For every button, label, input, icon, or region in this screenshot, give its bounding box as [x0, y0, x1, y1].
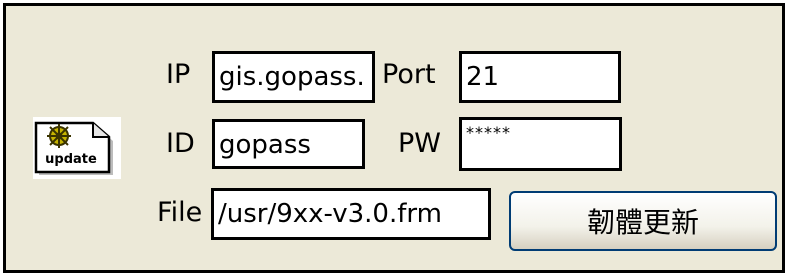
- ip-field[interactable]: gis.gopass.: [212, 51, 375, 103]
- update-file-icon: update: [34, 121, 113, 175]
- update-icon: update: [33, 117, 121, 179]
- port-field[interactable]: 21: [459, 51, 621, 103]
- icon-caption: update: [45, 152, 97, 167]
- id-field[interactable]: gopass: [212, 119, 365, 169]
- ip-label: IP: [166, 59, 191, 90]
- id-label: ID: [166, 128, 195, 159]
- firmware-update-button[interactable]: 韌體更新: [509, 191, 777, 251]
- pw-field[interactable]: *****: [459, 117, 622, 171]
- file-path-field[interactable]: /usr/9xx-v3.0.frm: [211, 188, 491, 240]
- pw-label: PW: [398, 128, 441, 159]
- port-label: Port: [382, 59, 436, 90]
- file-label: File: [157, 197, 203, 228]
